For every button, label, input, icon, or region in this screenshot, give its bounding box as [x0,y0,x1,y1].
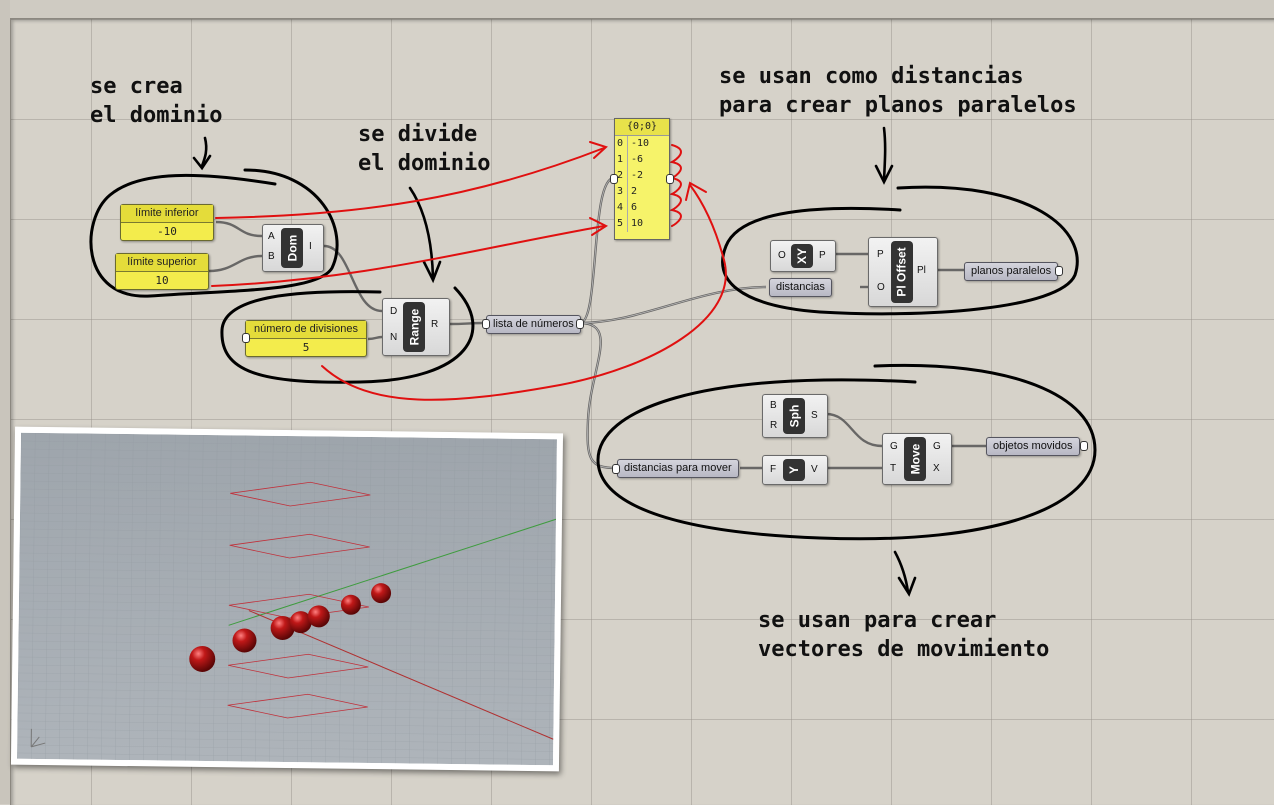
note-line: para crear planos paralelos [719,93,1077,118]
row-value: -6 [631,154,644,165]
input-f: F [770,464,777,475]
component-core: Pl Offset [891,241,913,303]
panel-row: 2 -2 [615,168,669,184]
sphere-component[interactable]: B R Sph S [762,394,828,438]
output-v: V [811,464,818,475]
panel-row: 0 -10 [615,136,669,152]
slider-label: límite superior [116,254,208,272]
component-core: Dom [281,228,303,268]
input-o: O [778,250,786,261]
panel-output-grip[interactable] [666,174,674,184]
rhino-viewport-preview [10,426,564,772]
input-g: G [890,441,898,452]
row-index: 0 [615,136,628,152]
panel-input-grip[interactable] [610,174,618,184]
core-label: Move [908,443,922,475]
param-output-grip[interactable] [1080,441,1088,451]
slider-lower-limit[interactable]: límite inferior -10 [120,204,214,241]
xy-plane-component[interactable]: O XY P [770,240,836,272]
param-input-grip[interactable] [612,464,620,474]
slider-output-grip[interactable] [242,333,250,343]
output-r: R [431,319,439,330]
panel-row: 46 [615,200,669,216]
component-core: Range [403,302,425,352]
input-b: B [268,251,275,262]
note-line: se usan para crear [758,608,997,633]
row-value: 2 [631,186,638,197]
note-line: el dominio [358,151,491,176]
slider-label: número de divisiones [246,321,366,339]
panel-row: 32 [615,184,669,200]
domain-component[interactable]: A B Dom I [262,224,324,272]
input-a: A [268,231,275,242]
row-index: 1 [615,152,628,168]
input-p: P [877,249,884,260]
output-pl: Pl [917,265,926,276]
input-b: B [770,400,777,411]
input-n: N [390,332,398,343]
param-moved-objects[interactable]: objetos movidos [986,437,1080,456]
note-vectors: se usan para crear vectores de movimient… [758,606,1049,664]
output-p: P [819,250,826,261]
core-label: Dom [285,234,300,262]
note-planes: se usan como distancias para crear plano… [719,62,1077,120]
row-value: -2 [631,170,644,181]
slider-upper-limit[interactable]: límite superior 10 [115,253,209,290]
row-value: 10 [631,218,644,229]
slider-value[interactable]: 10 [116,272,208,289]
top-strip [0,0,1274,18]
row-value: -10 [631,138,650,149]
input-r: R [770,420,778,431]
note-line: se usan como distancias [719,64,1024,89]
panel-row: 5 10 [615,216,669,232]
param-output-grip[interactable] [1055,266,1063,276]
input-t: T [890,463,897,474]
input-d: D [390,306,398,317]
param-move-distances[interactable]: distancias para mover [617,459,739,478]
number-panel[interactable]: {0;0} 0 -10 1 -6 2 -2 32 46 5 10 [614,118,670,240]
core-label: Range [407,308,421,346]
slider-divisions[interactable]: número de divisiones 5 [245,320,367,357]
param-distances[interactable]: distancias [769,278,832,297]
core-label: Pl Offset [895,247,909,297]
row-index: 3 [615,184,628,200]
output-s: S [811,410,818,421]
component-core: XY [791,244,813,268]
output-x: X [933,463,940,474]
range-component[interactable]: D N Range R [382,298,450,356]
row-index: 5 [615,216,628,232]
param-output-grip[interactable] [576,319,584,329]
move-component[interactable]: G T Move G X [882,433,952,485]
note-domain: se crea el dominio [90,72,222,130]
core-label: Sph [787,404,802,428]
note-line: el dominio [90,103,223,128]
viewport-scene [17,432,557,766]
component-core: Move [904,437,926,481]
output-i: I [309,241,312,252]
note-divide: se divide el dominio [358,120,490,178]
slider-value[interactable]: 5 [246,339,366,356]
slider-label: límite inferior [121,205,213,223]
param-parallel-planes[interactable]: planos paralelos [964,262,1059,281]
component-core: Y [783,459,805,481]
panel-row: 1 -6 [615,152,669,168]
row-value: 6 [631,202,638,213]
component-core: Sph [783,398,805,434]
note-line: se divide [358,122,478,147]
left-strip [0,0,10,804]
row-index: 4 [615,200,628,216]
panel-header: {0;0} [615,119,669,136]
note-line: vectores de movimiento [758,637,1050,662]
param-input-grip[interactable] [482,319,490,329]
slider-value[interactable]: -10 [121,223,213,240]
core-label: XY [794,247,809,265]
param-number-list[interactable]: lista de números [486,315,581,334]
note-line: se crea [90,74,183,99]
unit-y-component[interactable]: F Y V [762,455,828,485]
output-g: G [933,441,941,452]
input-o: O [877,282,885,293]
plane-offset-component[interactable]: P O Pl Offset Pl [868,237,938,307]
core-label: Y [786,465,801,475]
